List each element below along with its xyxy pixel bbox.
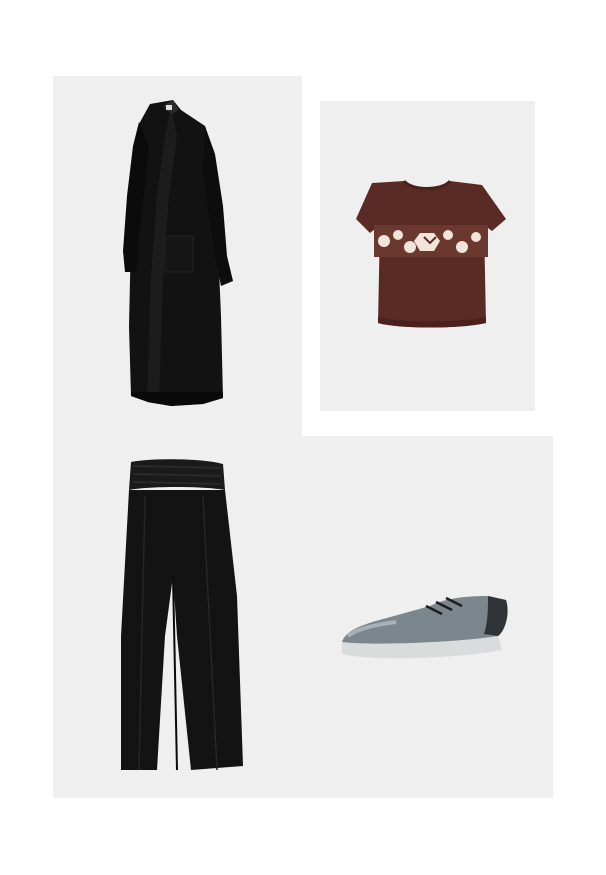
- sneaker-illustration: [342, 596, 508, 659]
- cardigan-product-image: [53, 76, 302, 436]
- t-shirt-product-image: [320, 101, 535, 411]
- trousers-product-image: [53, 436, 302, 798]
- t-shirt-illustration: [356, 179, 506, 328]
- sneaker-product-image: [302, 436, 553, 798]
- outfit-collage: { "collage": { "background": "#ffffff", …: [0, 0, 606, 875]
- trousers-illustration: [121, 459, 243, 771]
- cardigan-illustration: [123, 100, 233, 406]
